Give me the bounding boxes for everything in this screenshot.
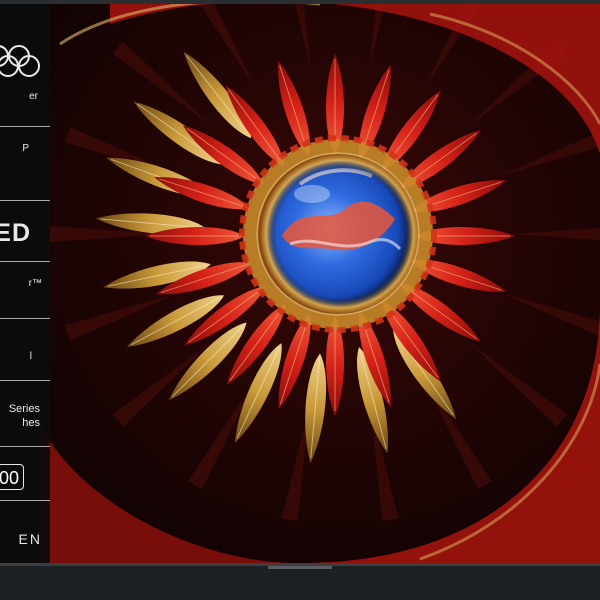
- value-badge-text: 00: [0, 468, 19, 488]
- sidebar-bottom-word: EN: [18, 531, 42, 547]
- sidebar-series-line-1: Series: [8, 403, 40, 415]
- sidebar-headline: ED: [0, 219, 31, 247]
- sidebar-text-1: er: [29, 91, 38, 102]
- sidebar-divider: [0, 500, 50, 501]
- rings-logo: [0, 40, 42, 80]
- info-sidebar: er P ED r™ l Series hes 00 EN: [0, 4, 50, 563]
- sidebar-text-3: r™: [28, 278, 42, 289]
- page: er P ED r™ l Series hes 00 EN: [0, 0, 600, 600]
- value-badge: 00: [0, 464, 24, 490]
- glass-orb: [258, 154, 418, 314]
- sidebar-text-2: P: [22, 143, 29, 154]
- tv-screen: er P ED r™ l Series hes 00 EN: [0, 4, 600, 563]
- tv-frame: er P ED r™ l Series hes 00 EN: [0, 0, 600, 566]
- sidebar-divider: [0, 261, 50, 262]
- sidebar-divider: [0, 200, 50, 201]
- sidebar-divider: [0, 126, 50, 127]
- sidebar-divider: [0, 318, 50, 319]
- floor-area: [0, 570, 600, 600]
- sidebar-text-4: l: [29, 351, 32, 362]
- abstract-spiral-artwork: [0, 4, 600, 563]
- tv-stand-notch: [268, 566, 332, 569]
- sidebar-series-line-2: hes: [22, 417, 40, 429]
- sidebar-divider: [0, 446, 50, 447]
- sidebar-divider: [0, 380, 50, 381]
